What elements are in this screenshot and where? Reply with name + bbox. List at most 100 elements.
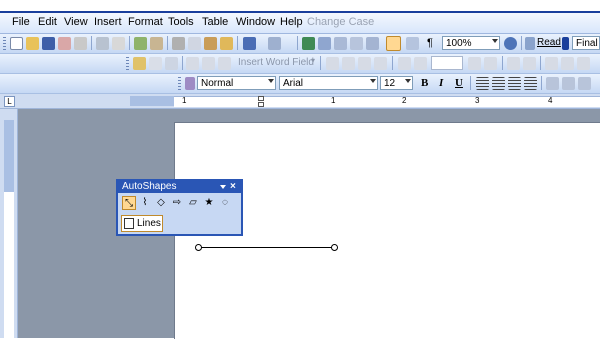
record-number-input[interactable]	[431, 56, 463, 70]
align-right-icon[interactable]	[508, 77, 521, 90]
help-icon[interactable]	[504, 37, 517, 50]
insert-address-block-icon[interactable]	[186, 57, 199, 70]
ruler-number: 2	[402, 96, 407, 105]
first-record-icon[interactable]	[398, 57, 411, 70]
callouts-tool-icon[interactable]: ◌	[218, 196, 232, 210]
find-entry-icon[interactable]	[507, 57, 520, 70]
menu-window[interactable]: Window	[236, 16, 275, 28]
separator	[91, 36, 92, 50]
lines-button[interactable]: Lines	[121, 215, 163, 232]
close-icon[interactable]: ×	[230, 181, 236, 193]
menu-help[interactable]: Help	[280, 16, 303, 28]
insert-table-icon[interactable]	[334, 37, 347, 50]
merge-to-document-icon[interactable]	[545, 57, 558, 70]
menu-table[interactable]: Table	[202, 16, 228, 28]
merge-to-printer-icon[interactable]	[561, 57, 574, 70]
toolbar-grip[interactable]	[178, 77, 181, 90]
open-folder-icon[interactable]	[26, 37, 39, 50]
tables-borders-icon[interactable]	[318, 37, 331, 50]
line-spacing-icon[interactable]	[546, 77, 559, 90]
stars-banners-tool-icon[interactable]: ★	[202, 196, 216, 210]
merge-to-email-icon[interactable]	[577, 57, 590, 70]
palette-title-bar[interactable]: AutoShapes ×	[118, 181, 241, 193]
insert-word-field-button[interactable]: Insert Word Field	[238, 57, 314, 68]
display-review-select[interactable]: Final	[572, 36, 600, 50]
font-select[interactable]: Arial	[279, 76, 378, 90]
toolbar-grip[interactable]	[3, 37, 6, 50]
menu-change-case[interactable]: Change Case	[307, 16, 374, 28]
zoom-select[interactable]: 100%	[442, 36, 500, 50]
font-size-select[interactable]: 12	[380, 76, 413, 90]
block-arrows-tool-icon[interactable]: ⇨	[170, 196, 184, 210]
read-button[interactable]: Read	[537, 37, 561, 48]
horizontal-ruler[interactable]: 1 1 2 3 4	[174, 96, 600, 107]
numbering-icon[interactable]	[562, 77, 575, 90]
document-map-icon[interactable]	[406, 37, 419, 50]
hyperlink-icon[interactable]	[302, 37, 315, 50]
align-left-icon[interactable]	[476, 77, 489, 90]
toolbar-options-icon[interactable]	[562, 37, 569, 50]
palette-title: AutoShapes	[122, 181, 177, 192]
email-icon[interactable]	[74, 37, 87, 50]
style-select[interactable]: Normal	[197, 76, 276, 90]
italic-button[interactable]: I	[439, 77, 443, 89]
bold-button[interactable]: B	[421, 77, 428, 89]
menu-insert[interactable]: Insert	[94, 16, 122, 28]
tab-selector-icon[interactable]: L	[4, 96, 15, 107]
menu-tools[interactable]: Tools	[168, 16, 194, 28]
research-icon[interactable]	[150, 37, 163, 50]
line-end-handle[interactable]	[331, 244, 338, 251]
menu-view[interactable]: View	[64, 16, 88, 28]
propagate-labels-icon[interactable]	[374, 57, 387, 70]
view-merged-data-icon[interactable]	[326, 57, 339, 70]
save-icon[interactable]	[42, 37, 55, 50]
hanging-indent-handle[interactable]	[258, 102, 264, 107]
connectors-tool-icon[interactable]: ⌇	[138, 196, 152, 210]
match-fields-icon[interactable]	[358, 57, 371, 70]
cut-icon[interactable]	[172, 37, 185, 50]
flowchart-tool-icon[interactable]: ▱	[186, 196, 200, 210]
separator	[470, 76, 471, 90]
align-center-icon[interactable]	[492, 77, 505, 90]
print-preview-icon[interactable]	[112, 37, 125, 50]
new-document-icon[interactable]	[10, 37, 23, 50]
paste-icon[interactable]	[204, 37, 217, 50]
previous-record-icon[interactable]	[414, 57, 427, 70]
menu-edit[interactable]: Edit	[38, 16, 57, 28]
drawing-icon[interactable]	[386, 36, 401, 51]
toolbar-options-icon[interactable]	[220, 185, 226, 189]
next-record-icon[interactable]	[468, 57, 481, 70]
check-errors-icon[interactable]	[523, 57, 536, 70]
highlight-fields-icon[interactable]	[342, 57, 355, 70]
basic-shapes-tool-icon[interactable]: ◇	[154, 196, 168, 210]
show-hide-icon[interactable]: ¶	[427, 37, 433, 49]
menu-format[interactable]: Format	[128, 16, 163, 28]
insert-excel-icon[interactable]	[350, 37, 363, 50]
justify-icon[interactable]	[524, 77, 537, 90]
print-icon[interactable]	[96, 37, 109, 50]
bullets-icon[interactable]	[578, 77, 591, 90]
undo-icon[interactable]	[243, 37, 256, 50]
main-document-setup-icon[interactable]	[133, 57, 146, 70]
spelling-icon[interactable]	[134, 37, 147, 50]
columns-icon[interactable]	[366, 37, 379, 50]
toolbar-grip[interactable]	[126, 57, 129, 70]
redo-icon[interactable]	[268, 37, 281, 50]
underline-button[interactable]: U	[455, 77, 463, 89]
permission-icon[interactable]	[58, 37, 71, 50]
first-line-indent-handle[interactable]	[258, 96, 264, 101]
menu-file[interactable]: File	[12, 16, 30, 28]
lines-label: Lines	[137, 218, 161, 229]
copy-icon[interactable]	[188, 37, 201, 50]
line-start-handle[interactable]	[195, 244, 202, 251]
read-icon[interactable]	[525, 37, 535, 50]
drawn-line-shape[interactable]	[199, 247, 335, 248]
insert-greeting-icon[interactable]	[202, 57, 215, 70]
styles-formatting-icon[interactable]	[185, 77, 195, 90]
recipients-icon[interactable]	[165, 57, 178, 70]
lines-tool-icon[interactable]: ⤡	[122, 196, 136, 210]
open-data-source-icon[interactable]	[149, 57, 162, 70]
format-painter-icon[interactable]	[220, 37, 233, 50]
insert-merge-fields-icon[interactable]	[218, 57, 231, 70]
last-record-icon[interactable]	[484, 57, 497, 70]
